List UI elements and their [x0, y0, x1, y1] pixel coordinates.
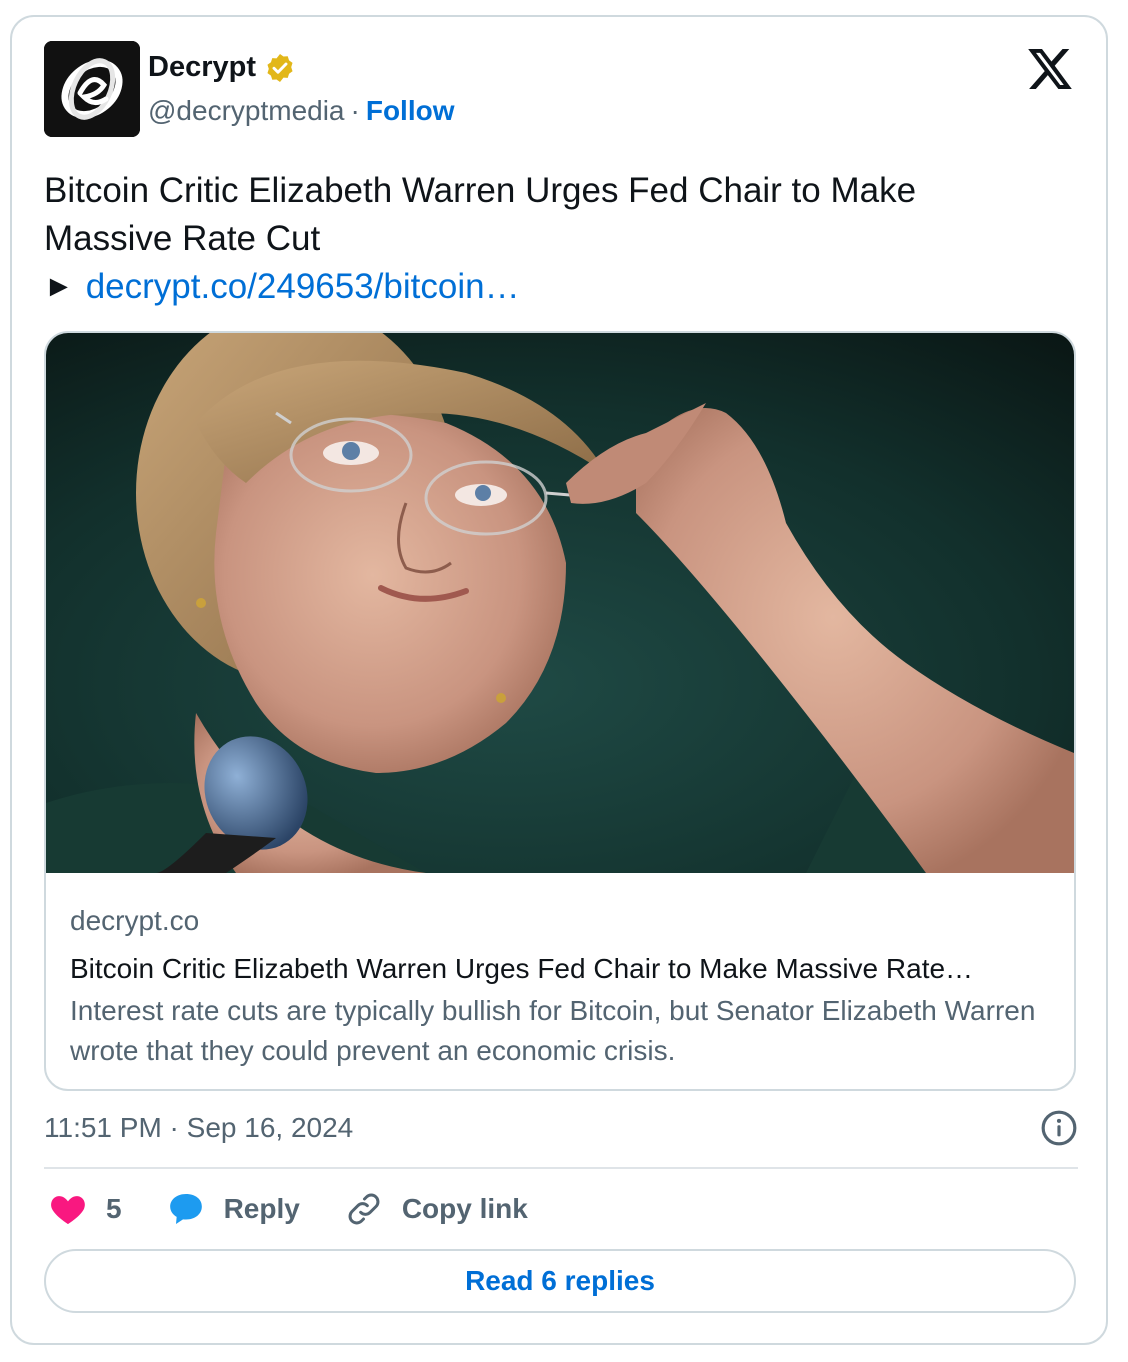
follow-button[interactable]: Follow [366, 95, 455, 127]
divider [44, 1167, 1078, 1169]
card-domain: decrypt.co [70, 905, 200, 936]
account-handle[interactable]: @decryptmedia [148, 95, 345, 127]
decrypt-logo-icon [44, 41, 140, 137]
like-count: 5 [106, 1193, 122, 1224]
link-icon [348, 1193, 380, 1225]
tweet-embed-card: Decrypt @decryptmedia · Follow Bitcoin C… [10, 15, 1108, 1345]
arrow-icon: ► [44, 270, 74, 303]
heart-icon [51, 1196, 85, 1224]
article-link[interactable]: decrypt.co/249653/bitcoin… [86, 263, 520, 311]
card-description: Interest rate cuts are typically bullish… [70, 995, 1036, 1066]
account-name[interactable]: Decrypt [148, 51, 256, 84]
tweet-text-line: Bitcoin Critic Elizabeth Warren Urges Fe… [44, 171, 917, 210]
portrait-photo-icon [46, 333, 1074, 873]
info-icon[interactable] [1040, 1109, 1078, 1147]
action-bar: 5 Reply Copy link [48, 1185, 528, 1233]
reply-label: Reply [223, 1193, 300, 1224]
card-title: Bitcoin Critic Elizabeth Warren Urges Fe… [70, 953, 974, 984]
tweet-text: Bitcoin Critic Elizabeth Warren Urges Fe… [44, 167, 1074, 311]
article-photo [46, 333, 1074, 873]
copy-link-label: Copy link [401, 1193, 528, 1224]
tweet-timestamp[interactable]: 11:51 PM · Sep 16, 2024 [44, 1112, 353, 1144]
tweet-text-line: Massive Rate Cut [44, 219, 321, 258]
reply-button[interactable]: Reply [166, 1189, 300, 1229]
read-replies-button[interactable]: Read 6 replies [44, 1249, 1076, 1313]
link-preview-card[interactable]: decrypt.co Bitcoin Critic Elizabeth Warr… [44, 331, 1076, 1091]
like-button[interactable]: 5 [48, 1189, 122, 1229]
verified-badge-icon [267, 53, 293, 82]
copy-link-button[interactable]: Copy link [344, 1189, 528, 1229]
x-logo-icon[interactable] [1028, 49, 1072, 89]
decrypt-avatar[interactable] [44, 41, 140, 137]
reply-bubble-icon [169, 1194, 202, 1224]
separator-dot: · [350, 95, 360, 126]
